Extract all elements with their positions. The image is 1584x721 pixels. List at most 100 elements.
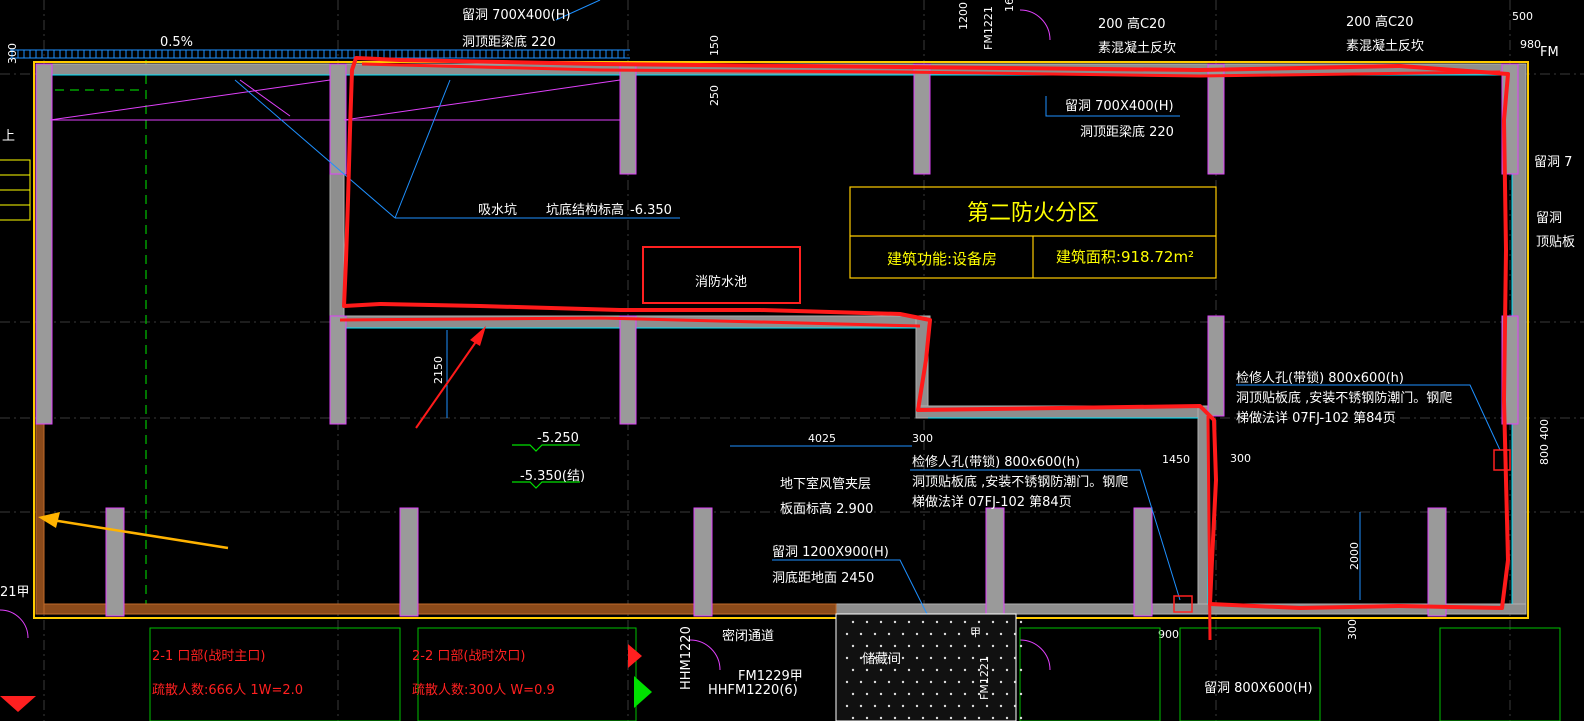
hatch-dot xyxy=(879,668,883,672)
hatch-dot xyxy=(1019,644,1023,648)
column xyxy=(35,63,53,425)
hatch-dot xyxy=(865,620,869,624)
hatch-dot xyxy=(929,656,933,660)
hatch-dot xyxy=(985,704,989,708)
hatch-dot xyxy=(859,680,863,684)
door-symbols xyxy=(0,9,1051,671)
duct-layer-1: 地下室风管夹层 xyxy=(780,476,871,492)
bottom-note-left-people: 疏散人数:666人 1W=2.0 xyxy=(152,683,303,698)
top-right-opening-1: 留洞 700X400(H) xyxy=(1065,99,1174,114)
hatch-dot xyxy=(949,716,953,720)
hatch-dot xyxy=(963,644,967,648)
hatch-dot xyxy=(949,620,953,624)
screed-2-line1: 200 高C20 xyxy=(1346,14,1414,30)
column xyxy=(329,315,347,425)
hatch-dot xyxy=(845,704,849,708)
hatch-dot xyxy=(851,620,855,624)
hatch-dot xyxy=(921,668,925,672)
hatch-dot xyxy=(929,680,933,684)
hatch-dot xyxy=(971,704,975,708)
hatch-dot xyxy=(915,704,919,708)
columns xyxy=(35,63,1519,617)
fire-zone-function: 建筑功能:设备房 xyxy=(887,250,997,268)
door-jia: 甲 xyxy=(970,626,981,639)
dim-1450: 1450 xyxy=(1162,453,1190,466)
hatch-dot xyxy=(957,656,961,660)
column xyxy=(619,315,637,425)
hatch-dot xyxy=(915,680,919,684)
hatch-dot xyxy=(977,644,981,648)
top-ticks xyxy=(10,49,630,59)
hatch-dot xyxy=(985,632,989,636)
hatch-dot xyxy=(865,644,869,648)
hatch-dot xyxy=(1013,704,1017,708)
column xyxy=(619,63,637,175)
hatch-dot xyxy=(1013,632,1017,636)
hatch-dot xyxy=(1005,644,1009,648)
hatch-dot xyxy=(865,716,869,720)
dim-400: 400 xyxy=(1538,419,1551,440)
hatch-dot xyxy=(893,692,897,696)
right-edge-2: 留洞 xyxy=(1536,211,1562,226)
bottom-opening-1: 留洞 1200X900(H) xyxy=(772,545,889,560)
hatch-dot xyxy=(901,704,905,708)
duct-layer-2: 板面标高 2.900 xyxy=(780,501,873,517)
hatch-right-3: 梯做法详 07FJ-102 第84页 xyxy=(1236,411,1396,426)
column xyxy=(693,507,713,617)
hatch-dot xyxy=(963,668,967,672)
hatch-dot xyxy=(873,632,877,636)
door-fm1229: FM1229甲 xyxy=(738,669,803,684)
dim-300-left: 300 xyxy=(6,43,19,64)
hatch-dot xyxy=(991,668,995,672)
hatch-mid-1: 检修人孔(带锁) 800x600(h) xyxy=(912,454,1080,470)
hatch-dot xyxy=(921,692,925,696)
hatch-dot xyxy=(893,716,897,720)
hatch-dot xyxy=(845,632,849,636)
hatch-dot xyxy=(999,680,1003,684)
bottom-note-left: 2-1 口部(战时主口) xyxy=(152,649,266,664)
fire-zone-area: 建筑面积:918.72m² xyxy=(1056,248,1194,266)
dim-250: 250 xyxy=(708,85,721,106)
right-edge-1: 留洞 7 xyxy=(1534,155,1572,170)
hatch-dot xyxy=(999,656,1003,660)
hatch-dot xyxy=(1013,680,1017,684)
hatch-dot xyxy=(943,680,947,684)
hatch-dot xyxy=(907,692,911,696)
hatch-dot xyxy=(1005,620,1009,624)
hatch-right-2: 洞顶贴板底 ,安装不锈钢防潮门。钢爬 xyxy=(1236,390,1452,406)
storage-label: 储藏间 xyxy=(862,652,901,667)
hatch-dot xyxy=(907,644,911,648)
sump-label: 吸水坑 xyxy=(478,203,517,218)
hatch-dot xyxy=(1019,620,1023,624)
dim-2000: 2000 xyxy=(1348,542,1361,570)
hatch-dot xyxy=(901,680,905,684)
hatch-dot xyxy=(1013,656,1017,660)
dim-2150: 2150 xyxy=(432,356,445,384)
hatch-dot xyxy=(957,704,961,708)
hatch-dot xyxy=(943,632,947,636)
door-hhm: HHM1220 xyxy=(679,626,694,690)
hatch-dot xyxy=(859,704,863,708)
stair xyxy=(0,159,31,221)
column xyxy=(1207,63,1225,175)
hatch-dot xyxy=(971,656,975,660)
hatch-dot xyxy=(865,668,869,672)
hatch-dot xyxy=(957,632,961,636)
hatch-dot xyxy=(915,632,919,636)
hatch-dot xyxy=(887,680,891,684)
hatch-dot xyxy=(999,632,1003,636)
hatch-dot xyxy=(879,692,883,696)
hatch-dot xyxy=(963,716,967,720)
hatch-dot xyxy=(901,656,905,660)
dim-300-right: 300 xyxy=(1230,452,1251,465)
hatch-dot xyxy=(845,656,849,660)
sump-elev: -6.350 xyxy=(630,203,672,218)
door-fm1221: FM1221 xyxy=(982,6,995,50)
red-arrow-icon xyxy=(415,326,486,429)
column xyxy=(1427,507,1447,617)
hatch-dot xyxy=(859,632,863,636)
fire-pool-label: 消防水池 xyxy=(695,274,747,290)
hatch-dot xyxy=(901,632,905,636)
dim-800: 800 xyxy=(1538,444,1551,465)
cad-drawing: 上 第二防火分区 建筑功能:设备房 建筑面积:918.72m² 消防水池 0.5… xyxy=(0,0,1584,721)
